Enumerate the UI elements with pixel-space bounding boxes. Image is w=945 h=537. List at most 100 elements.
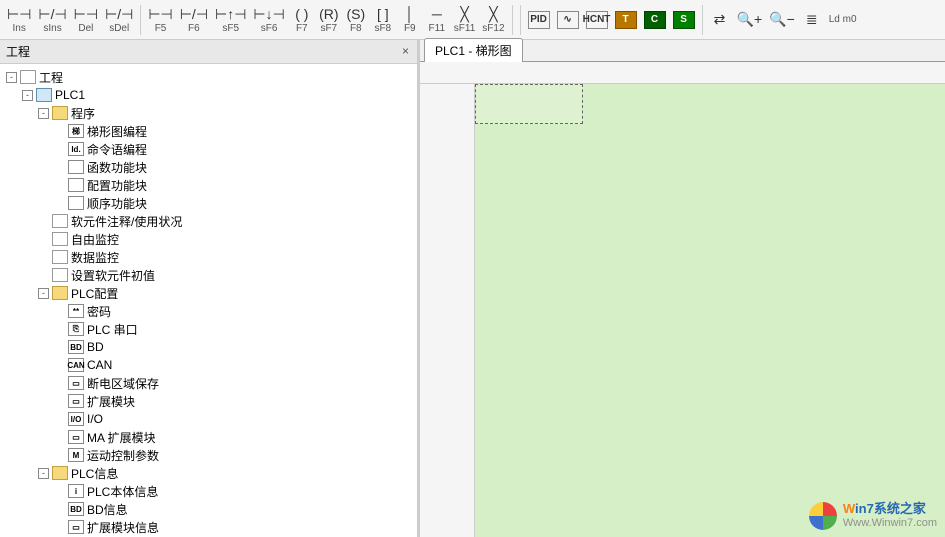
ladder-symbol-icon: ⊢/⊣ — [105, 5, 133, 23]
node-label: BD — [87, 340, 104, 354]
tree-node[interactable]: -PLC1 — [2, 86, 415, 104]
toolbar-btn-sf5[interactable]: ⊢↑⊣sF5 — [212, 2, 249, 38]
toolbar-btn-sf11[interactable]: ╳sF11 — [451, 2, 479, 38]
tree-node[interactable]: iPLC本体信息 — [2, 482, 415, 500]
ladder-diagram[interactable] — [420, 62, 945, 537]
node-label: PLC 串口 — [87, 321, 138, 338]
tree-node[interactable]: ▭断电区域保存 — [2, 374, 415, 392]
node-label: 程序 — [71, 105, 95, 122]
node-label: PLC信息 — [71, 465, 118, 482]
ladder-symbol-icon: ╳ — [460, 5, 468, 23]
tree-node[interactable]: Id.命令语编程 — [2, 140, 415, 158]
toolbar-btn-sdel[interactable]: ⊢/⊣sDel — [102, 2, 136, 38]
toolbar-btn-sins[interactable]: ⊢/⊣sIns — [35, 2, 69, 38]
toolbar-tool[interactable]: 🔍− — [766, 2, 798, 38]
tree-node[interactable]: ▭扩展模块信息 — [2, 518, 415, 536]
tree-node[interactable]: -PLC配置 — [2, 284, 415, 302]
tree-node[interactable]: - 程序 — [2, 104, 415, 122]
toolbar-tool[interactable]: ≣ — [799, 2, 825, 38]
tab-ladder[interactable]: PLC1 - 梯形图 — [424, 38, 523, 62]
node-label: 设置软元件初值 — [71, 267, 155, 284]
node-label: 顺序功能块 — [87, 195, 147, 212]
tree-node[interactable]: T配置功能块 — [2, 176, 415, 194]
node-icon: i — [68, 484, 84, 498]
expander-icon[interactable]: - — [6, 72, 17, 83]
node-label: 自由监控 — [71, 231, 119, 248]
expander-icon[interactable]: - — [38, 468, 49, 479]
tree-node[interactable]: ▭扩展模块 — [2, 392, 415, 410]
tree-node[interactable]: C函数功能块 — [2, 158, 415, 176]
expander-icon[interactable]: - — [38, 108, 49, 119]
node-icon — [20, 70, 36, 84]
node-label: 梯形图编程 — [87, 123, 147, 140]
tree-node[interactable]: M运动控制参数 — [2, 446, 415, 464]
toolbar-block-∿[interactable]: ∿ — [554, 2, 582, 38]
watermark: Win7系统之家 Www.Winwin7.com — [809, 501, 937, 531]
tree-node[interactable]: -工程 — [2, 68, 415, 86]
toolbar-block-pid[interactable]: PID — [525, 2, 553, 38]
toolbar-btn-f9[interactable]: │F9 — [397, 2, 423, 38]
toolbar: ⊢⊣Ins⊢/⊣sIns⊢⊣Del⊢/⊣sDel⊢⊣F5⊢/⊣F6⊢↑⊣sF5⊢… — [0, 0, 945, 40]
tree-node[interactable]: 数据监控 — [2, 248, 415, 266]
toolbar-btn-sf8[interactable]: [ ]sF8 — [370, 2, 396, 38]
toolbar-btn-f11[interactable]: ─F11 — [424, 2, 450, 38]
tree-node[interactable]: BDBD — [2, 338, 415, 356]
block-icon: ∿ — [557, 11, 579, 29]
tree-node[interactable]: S顺序功能块 — [2, 194, 415, 212]
toolbar-block-t[interactable]: T — [612, 2, 640, 38]
toolbar-btn-ins[interactable]: ⊢⊣Ins — [4, 2, 34, 38]
node-label: CAN — [87, 358, 112, 372]
node-label: 命令语编程 — [87, 141, 147, 158]
toolbar-ldm[interactable]: Ld m0 — [826, 2, 860, 38]
tree-node[interactable]: 梯梯形图编程 — [2, 122, 415, 140]
node-label: 配置功能块 — [87, 177, 147, 194]
ladder-body[interactable] — [475, 84, 945, 537]
tree-node[interactable]: ⎘PLC 串口 — [2, 320, 415, 338]
toolbar-tool[interactable]: ⇄ — [707, 2, 733, 38]
node-icon: ⎘ — [68, 322, 84, 336]
tree-node[interactable]: CANCAN — [2, 356, 415, 374]
node-label: BD信息 — [87, 501, 128, 518]
tree-node[interactable]: I/OI/O — [2, 410, 415, 428]
tree-node[interactable]: 设置软元件初值 — [2, 266, 415, 284]
expander-icon[interactable]: - — [22, 90, 33, 101]
tree-node[interactable]: 自由监控 — [2, 230, 415, 248]
toolbar-btn-f7[interactable]: ( )F7 — [289, 2, 315, 38]
node-icon: CAN — [68, 358, 84, 372]
toolbar-block-hcnt[interactable]: HCNT — [583, 2, 611, 38]
toolbar-btn-f5[interactable]: ⊢⊣F5 — [145, 2, 175, 38]
watermark-url: Www.Winwin7.com — [843, 516, 937, 531]
node-icon — [52, 232, 68, 246]
toolbar-btn-sf6[interactable]: ⊢↓⊣sF6 — [250, 2, 287, 38]
node-label: 扩展模块 — [87, 393, 135, 410]
toolbar-tool[interactable]: 🔍+ — [734, 2, 766, 38]
toolbar-btn-del[interactable]: ⊢⊣Del — [71, 2, 101, 38]
node-label: 函数功能块 — [87, 159, 147, 176]
node-icon: ▭ — [68, 520, 84, 534]
tree-node[interactable]: 软元件注释/使用状况 — [2, 212, 415, 230]
main-area: 工程 × -工程-PLC1-程序梯梯形图编程Id.命令语编程C函数功能块T配置功… — [0, 40, 945, 537]
node-label: I/O — [87, 412, 103, 426]
tree-node[interactable]: ▭MA 扩展模块 — [2, 428, 415, 446]
ladder-symbol-icon: ─ — [432, 5, 442, 23]
node-icon — [52, 106, 68, 120]
project-tree[interactable]: -工程-PLC1-程序梯梯形图编程Id.命令语编程C函数功能块T配置功能块S顺序… — [0, 64, 417, 537]
toolbar-btn-sf7[interactable]: (R)sF7 — [316, 2, 342, 38]
node-label: 断电区域保存 — [87, 375, 159, 392]
block-icon: S — [673, 11, 695, 29]
toolbar-block-c[interactable]: C — [641, 2, 669, 38]
toolbar-block-s[interactable]: S — [670, 2, 698, 38]
toolbar-btn-f6[interactable]: ⊢/⊣F6 — [177, 2, 211, 38]
expander-icon[interactable]: - — [38, 288, 49, 299]
toolbar-btn-sf12[interactable]: ╳sF12 — [479, 2, 507, 38]
ladder-symbol-icon: ╳ — [489, 5, 497, 23]
tree-node[interactable]: **密码 — [2, 302, 415, 320]
toolbar-btn-f8[interactable]: (S)F8 — [343, 2, 369, 38]
project-panel: 工程 × -工程-PLC1-程序梯梯形图编程Id.命令语编程C函数功能块T配置功… — [0, 40, 420, 537]
selection-cursor[interactable] — [475, 84, 583, 124]
windows-logo-icon — [809, 502, 837, 530]
node-label: 扩展模块信息 — [87, 519, 159, 536]
close-icon[interactable]: × — [400, 46, 411, 57]
tree-node[interactable]: - PLC信息 — [2, 464, 415, 482]
tree-node[interactable]: BDBD信息 — [2, 500, 415, 518]
